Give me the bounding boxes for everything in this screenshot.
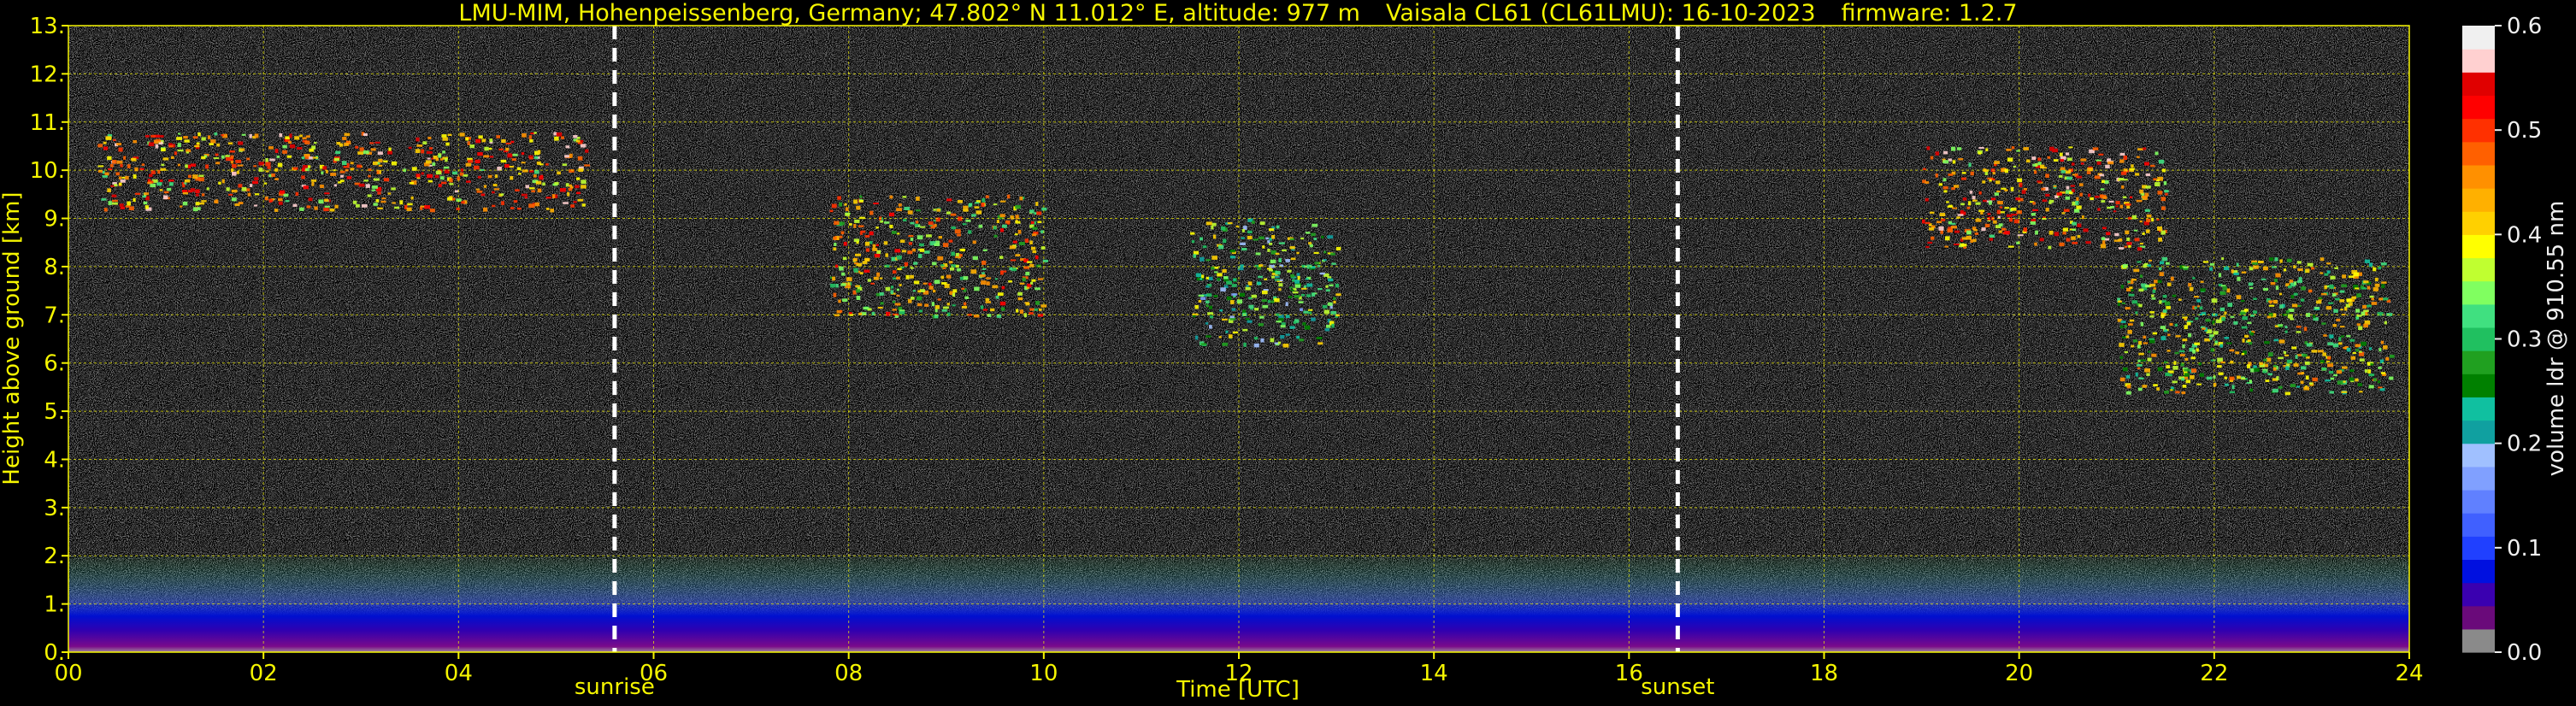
colorbar-swatch xyxy=(2462,350,2495,374)
colorbar-swatch xyxy=(2462,513,2495,537)
chart-title: LMU-MIM, Hohenpeissenberg, Germany; 47.8… xyxy=(458,0,2017,26)
y-tick-label: 1. xyxy=(44,592,65,618)
colorbar-swatch xyxy=(2462,141,2495,166)
colorbar-tick-label: 0.4 xyxy=(2507,222,2542,248)
plot-area xyxy=(68,26,2409,652)
y-tick-label: 12. xyxy=(30,62,65,87)
colorbar xyxy=(2462,26,2495,653)
title-instrument: Vaisala CL61 (CL61LMU): 16-10-2023 xyxy=(1386,0,1816,26)
y-tick-label: 10. xyxy=(30,158,65,184)
x-tick-label: 22 xyxy=(2200,661,2228,686)
x-tick-label: 08 xyxy=(834,661,863,686)
x-tick-label: 20 xyxy=(2005,661,2033,686)
colorbar-tick-label: 0.6 xyxy=(2507,14,2542,39)
x-tick-label: 18 xyxy=(1810,661,1838,686)
colorbar-ticks: 0.0 0.1 0.2 0.3 0.4 0.5 0.6 xyxy=(2495,14,2542,666)
x-tick-label: 02 xyxy=(250,661,278,686)
colorbar-swatch xyxy=(2462,188,2495,212)
x-tick-label: 16 xyxy=(1615,661,1643,686)
colorbar-swatch xyxy=(2462,559,2495,584)
x-axis-label: Time [UTC] xyxy=(1176,677,1300,703)
colorbar-tick-label: 0.3 xyxy=(2507,327,2542,353)
x-tick-label: 24 xyxy=(2395,661,2423,686)
colorbar-tick-label: 0.5 xyxy=(2507,118,2542,144)
lidar-quicklook-chart: LMU-MIM, Hohenpeissenberg, Germany; 47.8… xyxy=(0,0,2569,703)
y-tick-label: 8. xyxy=(44,255,65,280)
y-tick-label: 3. xyxy=(44,496,65,521)
colorbar-label: volume ldr @ 910.55 nm xyxy=(2544,201,2569,477)
y-axis-label: Height above ground [km] xyxy=(0,191,25,485)
sunrise-label: sunrise xyxy=(575,674,655,700)
colorbar-swatch xyxy=(2462,257,2495,282)
y-axis: 0. 1. 2. 3. 4. 5. 6. 7. 8. 9. 10. 11. 12. 13. xyxy=(30,14,68,666)
colorbar-swatch xyxy=(2462,420,2495,444)
colorbar-swatch xyxy=(2462,303,2495,328)
title-firmware: firmware: 1.2.7 xyxy=(1842,0,2018,26)
colorbar-swatch xyxy=(2462,95,2495,120)
y-tick-label: 6. xyxy=(44,351,65,377)
colorbar-swatch xyxy=(2462,327,2495,351)
colorbar-swatch xyxy=(2462,164,2495,189)
colorbar-swatch xyxy=(2462,628,2495,653)
colorbar-swatch xyxy=(2462,49,2495,73)
title-station: LMU-MIM, Hohenpeissenberg, Germany; 47.8… xyxy=(458,0,1360,26)
colorbar-swatch xyxy=(2462,280,2495,305)
sunset-label: sunset xyxy=(1641,674,1714,700)
colorbar-swatch xyxy=(2462,118,2495,143)
colorbar-swatch xyxy=(2462,443,2495,468)
colorbar-swatch xyxy=(2462,26,2495,50)
colorbar-tick-label: 0.0 xyxy=(2507,640,2542,666)
y-tick-label: 5. xyxy=(44,399,65,425)
colorbar-swatch xyxy=(2462,582,2495,607)
colorbar-tick-label: 0.1 xyxy=(2507,536,2542,562)
colorbar-swatch xyxy=(2462,397,2495,421)
colorbar-swatch xyxy=(2462,72,2495,97)
colorbar-swatch xyxy=(2462,536,2495,561)
x-tick-label: 14 xyxy=(1420,661,1448,686)
y-tick-label: 4. xyxy=(44,447,65,473)
y-tick-label: 9. xyxy=(44,207,65,232)
y-tick-label: 13. xyxy=(30,14,65,39)
colorbar-tick-label: 0.2 xyxy=(2507,432,2542,457)
colorbar-swatch xyxy=(2462,234,2495,259)
y-tick-label: 7. xyxy=(44,303,65,328)
colorbar-swatch xyxy=(2462,605,2495,630)
y-tick-label: 2. xyxy=(44,544,65,569)
y-tick-label: 11. xyxy=(30,110,65,136)
x-tick-label: 04 xyxy=(445,661,473,686)
colorbar-swatch xyxy=(2462,466,2495,491)
colorbar-swatch xyxy=(2462,489,2495,514)
x-tick-label: 10 xyxy=(1029,661,1058,686)
y-tick-label: 0. xyxy=(44,640,65,666)
colorbar-swatch xyxy=(2462,211,2495,235)
colorbar-swatch xyxy=(2462,374,2495,397)
